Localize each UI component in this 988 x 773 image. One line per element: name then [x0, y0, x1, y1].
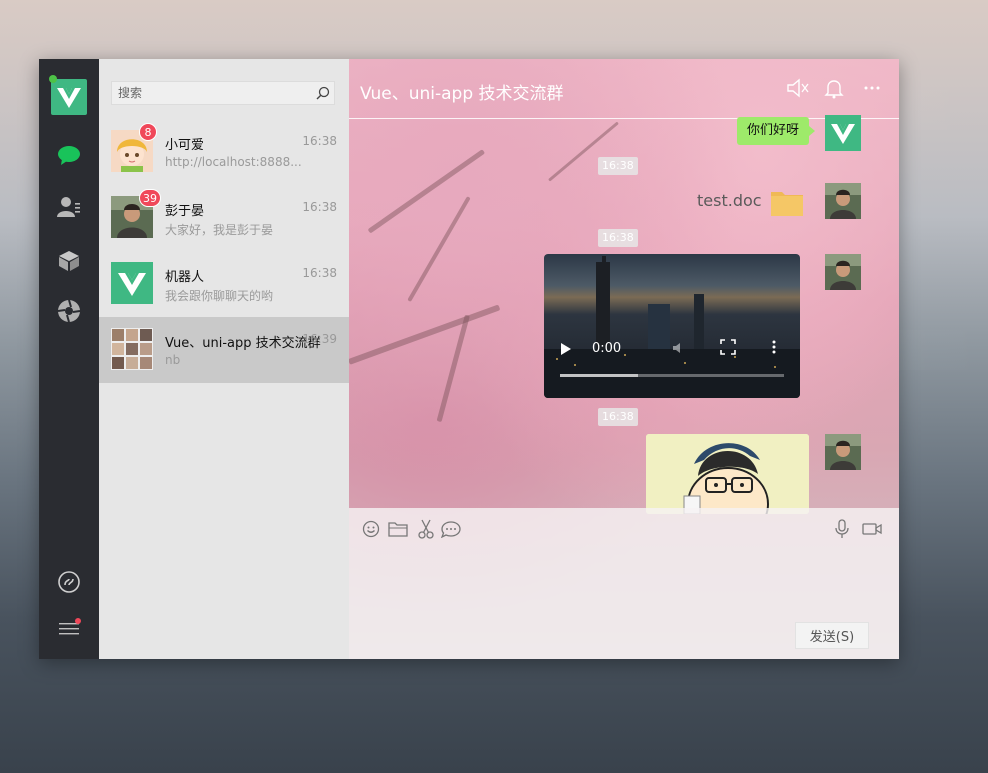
menu-icon[interactable] — [55, 614, 83, 642]
video-progress-bar[interactable] — [560, 374, 784, 377]
conversation-preview: 我会跟你聊聊天的哟 — [165, 289, 274, 303]
sidebar-rail — [39, 59, 99, 659]
avatar[interactable] — [825, 183, 861, 219]
chat-panel: Vue、uni-app 技术交流群 你们好呀 16:38 test.doc 16… — [349, 59, 899, 659]
message-composer: 发送(S) — [349, 508, 899, 659]
avatar[interactable] — [825, 254, 861, 290]
folder-icon[interactable] — [770, 187, 804, 217]
sticker-image[interactable] — [646, 434, 809, 514]
conversation-list: 8 小可爱 16:38 http://localhost:8888... 39 … — [99, 59, 349, 659]
vue-logo-icon — [57, 88, 81, 108]
user-avatar[interactable] — [51, 79, 87, 115]
contacts-icon[interactable] — [55, 193, 83, 221]
message-timestamp: 16:38 — [598, 157, 638, 175]
vue-logo-icon — [111, 262, 153, 304]
emoji-icon[interactable] — [360, 518, 382, 540]
folder-open-icon[interactable] — [387, 518, 409, 540]
message-timestamp: 16:38 — [598, 408, 638, 426]
box-icon[interactable] — [55, 247, 83, 275]
online-status-dot — [49, 75, 57, 83]
conversation-preview: nb — [165, 353, 181, 367]
conversation-name: 小可爱 — [165, 138, 205, 153]
more-options-icon[interactable] — [859, 75, 885, 101]
send-button[interactable]: 发送(S) — [795, 622, 869, 649]
conversation-time: 16:38 — [302, 134, 337, 148]
conversation-time: 16:38 — [302, 266, 337, 280]
message-timestamp: 16:38 — [598, 229, 638, 247]
volume-icon[interactable] — [672, 341, 688, 359]
conversation-name: Vue、uni-app 技术交流群 — [165, 336, 321, 351]
unread-badge: 8 — [139, 123, 157, 141]
conversation-name: 机器人 — [165, 270, 205, 285]
chat-bubble-icon[interactable] — [440, 518, 462, 540]
avatar — [111, 262, 153, 304]
search-icon[interactable] — [312, 86, 334, 100]
background-branch — [367, 149, 486, 234]
speaker-icon[interactable] — [785, 75, 811, 101]
chat-app-window: 8 小可爱 16:38 http://localhost:8888... 39 … — [39, 59, 899, 659]
conversation-preview: http://localhost:8888... — [165, 155, 302, 169]
group-avatar — [111, 328, 153, 370]
scissors-icon[interactable] — [415, 518, 437, 540]
aperture-icon[interactable] — [55, 297, 83, 325]
avatar[interactable] — [825, 115, 861, 151]
conversation-item[interactable]: 39 彭于晏 16:38 大家好，我是彭于晏 — [99, 185, 349, 251]
background-branch — [349, 304, 501, 365]
conversation-item[interactable]: 机器人 16:38 我会跟你聊聊天的哟 — [99, 251, 349, 317]
conversation-time: 16:38 — [302, 200, 337, 214]
fullscreen-icon[interactable] — [720, 339, 736, 359]
message-bubble[interactable]: 你们好呀 — [736, 117, 816, 145]
play-icon[interactable] — [560, 342, 572, 360]
video-call-icon[interactable] — [861, 518, 883, 540]
file-name[interactable]: test.doc — [697, 191, 762, 210]
video-time: 0:00 — [592, 341, 622, 356]
chat-title: Vue、uni-app 技术交流群 — [360, 84, 564, 104]
search-input[interactable] — [112, 85, 312, 101]
video-more-icon[interactable] — [772, 340, 776, 358]
conversation-name: 彭于晏 — [165, 204, 205, 219]
unread-badge: 39 — [139, 189, 161, 207]
conversation-item[interactable]: 8 小可爱 16:38 http://localhost:8888... — [99, 119, 349, 185]
chat-header: Vue、uni-app 技术交流群 — [349, 59, 899, 119]
avatar[interactable] — [825, 434, 861, 470]
video-player[interactable]: 0:00 — [544, 254, 800, 398]
conversation-preview: 大家好，我是彭于晏 — [165, 223, 274, 237]
conversation-item-active[interactable]: Vue、uni-app 技术交流群 16:39 nb — [99, 317, 349, 383]
search-box — [111, 81, 335, 105]
mini-program-icon[interactable] — [55, 568, 83, 596]
conversation-time: 16:39 — [302, 332, 337, 346]
background-branch — [407, 196, 471, 302]
bell-icon[interactable] — [821, 75, 847, 101]
chat-icon[interactable] — [55, 141, 83, 169]
microphone-icon[interactable] — [831, 518, 853, 540]
